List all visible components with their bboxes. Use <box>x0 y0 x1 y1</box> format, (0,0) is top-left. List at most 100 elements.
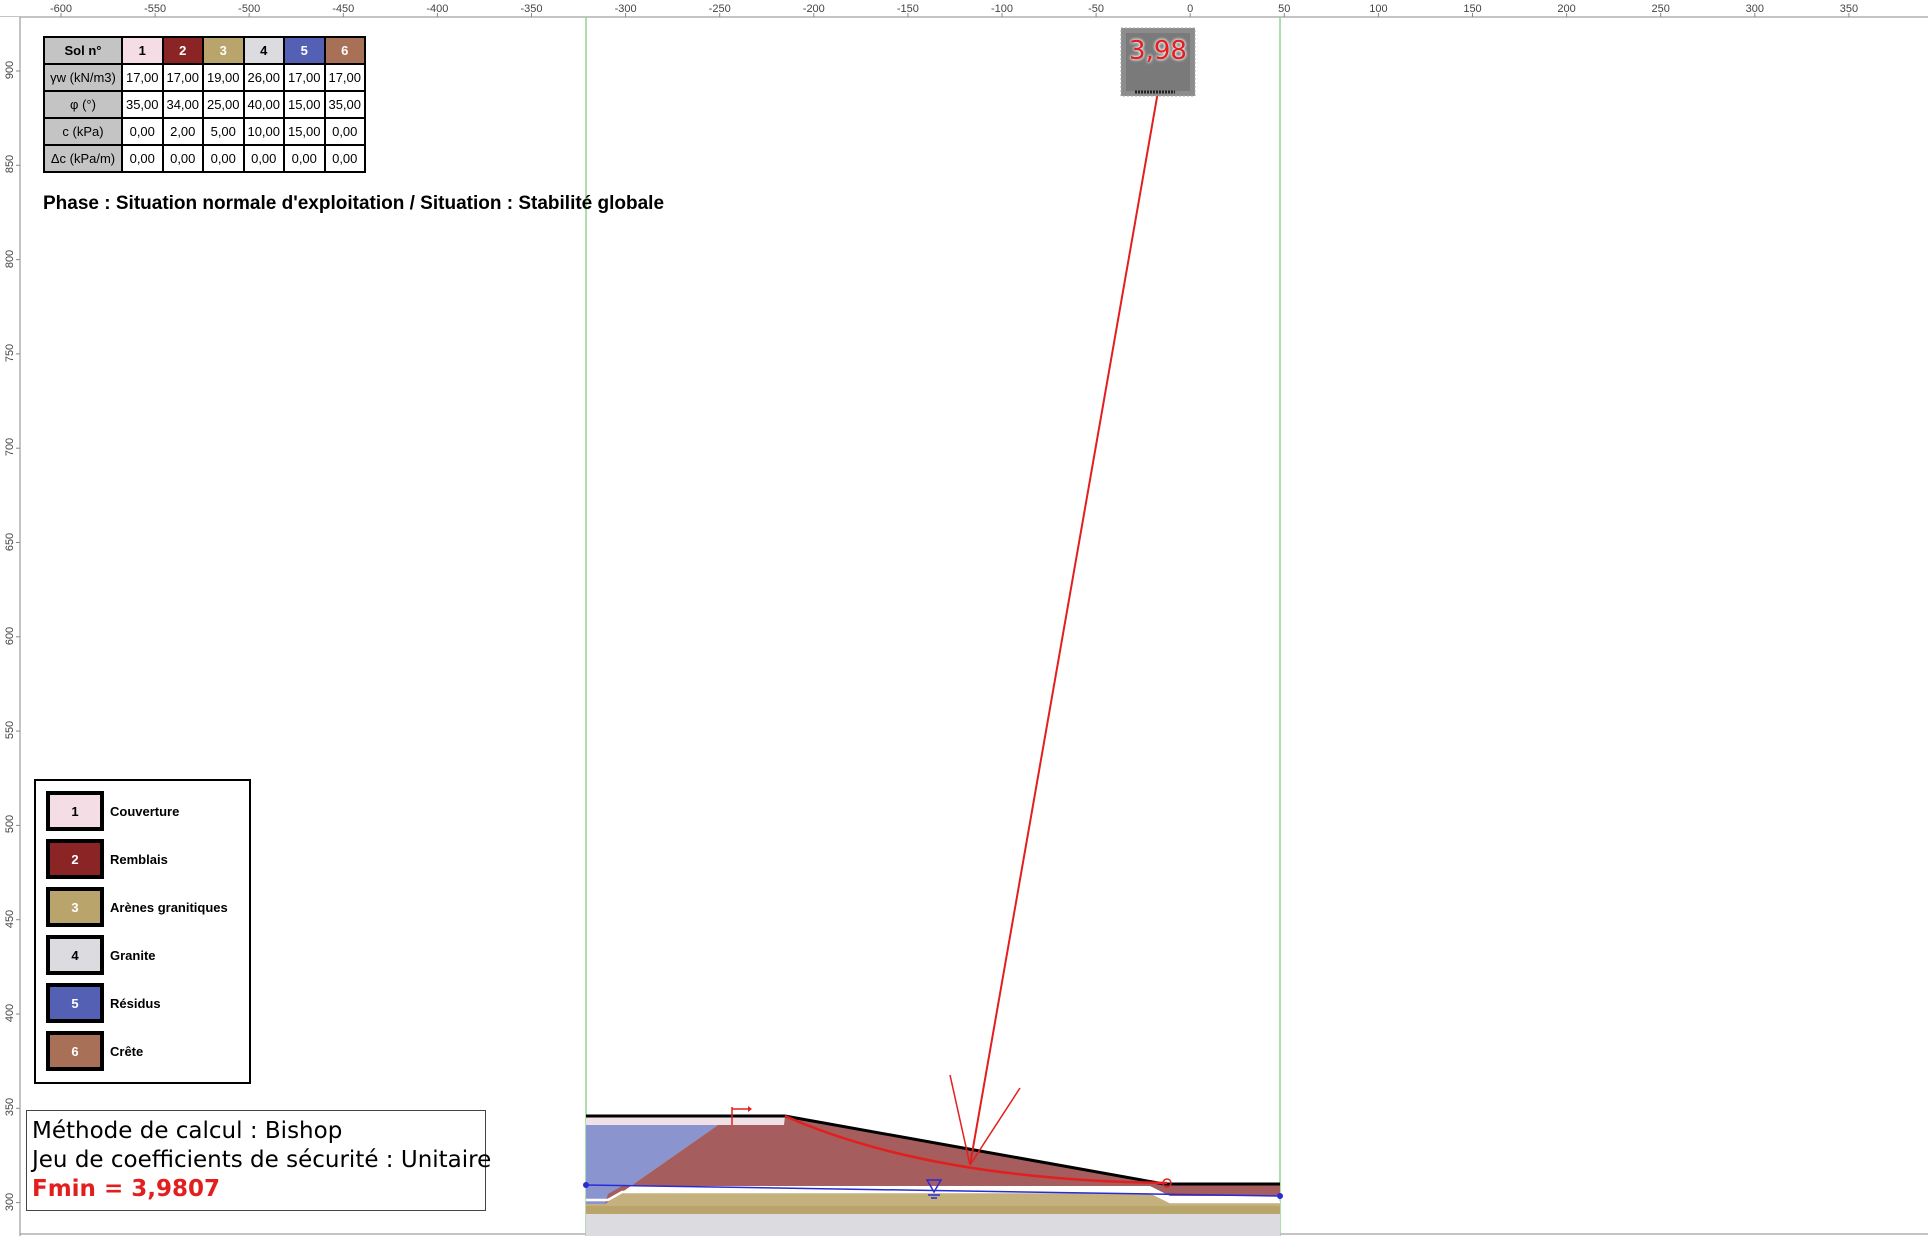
soil-parameter-value: 34,00 <box>161 90 204 119</box>
water-point-left <box>583 1182 589 1188</box>
soil-number-cell: 2 <box>161 36 204 65</box>
x-axis-tick-label: -550 <box>144 3 167 15</box>
soil-number-cell: 6 <box>323 36 366 65</box>
soil-parameter-value: 26,00 <box>242 63 285 92</box>
water-point-right <box>1277 1193 1283 1199</box>
soil-parameter-value: 0,00 <box>323 117 366 146</box>
soil-table-row: φ (°) 35,00 34,00 25,00 40,00 15,00 35,00 <box>43 90 366 119</box>
y-axis-tick-label: 750 <box>4 343 17 363</box>
legend-label: Crête <box>110 1043 144 1059</box>
legend-swatch: 6 <box>46 1031 104 1071</box>
soil-parameter-value: 40,00 <box>242 90 285 119</box>
y-axis-tick-label: 600 <box>4 626 17 645</box>
legend-label: Arènes granitiques <box>110 899 228 915</box>
soil-parameter-value: 0,00 <box>202 144 245 173</box>
x-axis-tick-label: -100 <box>990 3 1014 15</box>
soil-number-cell: 5 <box>283 36 326 65</box>
legend-swatch: 3 <box>46 887 104 927</box>
legend-item: 3 Arènes granitiques <box>46 887 228 927</box>
soil-parameter-value: 10,00 <box>242 117 285 146</box>
x-axis-tick-label: -300 <box>614 3 637 15</box>
legend-swatch: 1 <box>46 791 104 831</box>
soil-table-header-row: Sol n° 1 2 3 4 5 6 <box>43 36 366 65</box>
legend-swatch: 4 <box>46 935 104 975</box>
soil-parameter-value: 35,00 <box>121 90 164 119</box>
y-axis-tick-label: 700 <box>4 438 17 457</box>
x-axis-tick-label: 0 <box>1187 3 1194 15</box>
soil-parameters-table: Sol n° 1 2 3 4 5 6 γw (kN/m3) 17,00 17,00 19,00 26,… <box>43 36 366 173</box>
safety-coefficients-line: Jeu de coefficients de sécurité : Unitai… <box>32 1147 492 1173</box>
y-axis-tick-label: 800 <box>4 249 17 268</box>
soil-parameter-value: 35,00 <box>323 90 366 119</box>
soil-legend: 1 Couverture 2 Remblais 3 Arènes granitiques 4… <box>34 779 251 1084</box>
legend-item: 4 Granite <box>46 935 156 975</box>
soil-parameter-value: 19,00 <box>202 63 245 92</box>
soil-parameter-value: 25,00 <box>202 90 245 119</box>
x-axis-tick-label: 350 <box>1839 3 1859 15</box>
soil-number-cell: 1 <box>121 36 164 65</box>
soil-parameter-label: γw (kN/m3) <box>43 63 123 92</box>
legend-swatch: 5 <box>46 983 104 1023</box>
x-axis-tick-label: -450 <box>332 3 355 15</box>
y-axis-tick-label: 450 <box>4 909 17 928</box>
geometry-svg <box>0 0 1928 1236</box>
soil-table-row: c (kPa) 0,00 2,00 5,00 10,00 15,00 0,00 <box>43 117 366 146</box>
x-axis-tick-label: -500 <box>238 3 261 15</box>
y-axis-tick-label: 500 <box>4 815 17 834</box>
soil-parameter-value: 0,00 <box>161 144 204 173</box>
soil-parameter-label: c (kPa) <box>43 117 123 146</box>
soil-parameter-value: 0,00 <box>121 117 164 146</box>
x-axis-tick-label: -200 <box>802 3 825 15</box>
soil-parameter-value: 0,00 <box>121 144 164 173</box>
soil-table-row: γw (kN/m3) 17,00 17,00 19,00 26,00 17,00 17,00 <box>43 63 366 92</box>
soil-parameter-value: 0,00 <box>242 144 285 173</box>
legend-item: 6 Crête <box>46 1031 143 1071</box>
soil-number-cell: 3 <box>202 36 245 65</box>
x-axis-tick-label: -600 <box>49 3 73 15</box>
legend-item: 1 Couverture <box>46 791 179 831</box>
x-axis-tick-label: -50 <box>1088 3 1105 15</box>
y-axis-tick-label: 550 <box>4 720 17 740</box>
legend-label: Remblais <box>110 851 168 867</box>
calculation-method-box: Méthode de calcul : Bishop Jeu de coeffi… <box>26 1110 492 1211</box>
x-axis-tick-label: -150 <box>896 3 919 15</box>
soil-parameter-value: 17,00 <box>323 63 366 92</box>
x-axis-tick-label: 250 <box>1651 3 1670 15</box>
method-line: Méthode de calcul : Bishop <box>32 1118 343 1144</box>
fmin-value: Fmin = 3,9807 <box>32 1176 220 1202</box>
soil-parameter-value: 17,00 <box>283 63 326 92</box>
legend-item: 5 Résidus <box>46 983 161 1023</box>
soil-table-header-label: Sol n° <box>43 36 123 65</box>
soil-parameter-value: 15,00 <box>283 90 326 119</box>
soil-parameter-value: 17,00 <box>121 63 164 92</box>
x-axis-tick-label: 300 <box>1745 3 1764 15</box>
x-axis-tick-label: 50 <box>1278 3 1291 15</box>
y-axis-tick-label: 650 <box>4 532 17 551</box>
x-axis-tick-label: 150 <box>1463 3 1482 15</box>
y-axis-tick-label: 350 <box>4 1098 17 1117</box>
soil-parameter-label: Δc (kPa/m) <box>43 144 123 173</box>
y-axis-tick-label: 300 <box>4 1192 17 1211</box>
soil-number-cell: 4 <box>242 36 285 65</box>
top-ruler <box>0 0 1928 17</box>
soil-parameter-label: φ (°) <box>43 90 123 119</box>
x-axis-tick-label: -400 <box>426 3 449 15</box>
y-axis-tick-label: 850 <box>4 155 17 174</box>
soil-parameter-value: 5,00 <box>202 117 245 146</box>
soil-table-row: Δc (kPa/m) 0,00 0,00 0,00 0,00 0,00 0,00 <box>43 144 366 173</box>
factor-of-safety-badge: 3,98 <box>1121 28 1195 96</box>
soil-parameter-value: 2,00 <box>161 117 204 146</box>
legend-label: Résidus <box>110 995 161 1011</box>
x-axis-tick-label: 200 <box>1557 3 1576 15</box>
soil-parameter-value: 15,00 <box>283 117 326 146</box>
slope-stability-canvas: -600 -550 -500 -450 -400 -350 -300 -250 -200 -150… <box>0 0 1928 1236</box>
phase-title: Phase : Situation normale d'exploitation… <box>43 193 665 214</box>
legend-swatch: 2 <box>46 839 104 879</box>
y-axis-tick-label: 900 <box>4 60 17 80</box>
legend-label: Granite <box>110 947 156 963</box>
x-axis-tick-label: -250 <box>708 3 731 15</box>
soil-parameter-value: 17,00 <box>161 63 204 92</box>
y-axis-tick-label: 400 <box>4 1003 17 1023</box>
x-axis-tick-label: 100 <box>1369 3 1388 15</box>
factor-of-safety-label: 3,98 <box>1129 36 1187 66</box>
